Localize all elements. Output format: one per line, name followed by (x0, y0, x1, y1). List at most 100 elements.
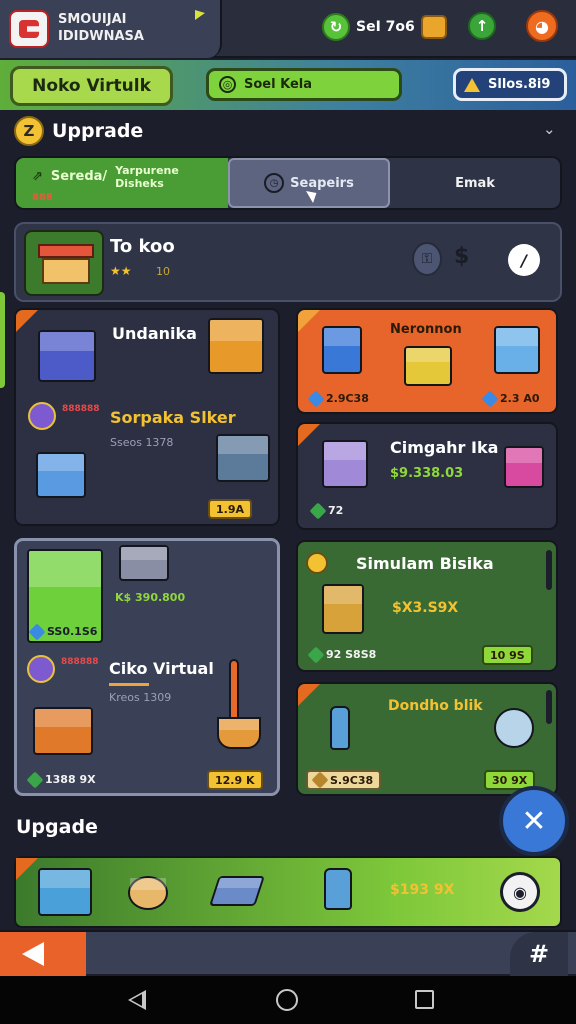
corner-ribbon (298, 310, 320, 332)
price-text: K$ 390.800 (115, 591, 185, 604)
app-logo-tab[interactable]: SMOUIJAI IDIDWNASA (0, 0, 222, 58)
search-icon[interactable]: ◉ (500, 872, 540, 912)
cost-value: 92 S8S8 (326, 648, 377, 661)
corner-ribbon (298, 424, 320, 446)
cost-value: S.9C38 (330, 773, 374, 787)
item-card-simulam[interactable]: Simulam Bisika $X3.S9X 92 S8S8 10 9S (296, 540, 558, 672)
tab-sereda[interactable]: ⇗ Sereda/ Yarpurene Disheks 888 (16, 158, 228, 208)
card-title: Ciko Virtual (109, 659, 214, 678)
item-card-dondho[interactable]: Dondho blik S.9C38 30 9X (296, 682, 558, 796)
shop-icon (24, 230, 104, 296)
balance-display[interactable]: Sllos.8i9 (453, 68, 567, 101)
balance-value: Sllos.8i9 (488, 77, 551, 92)
system-home-icon[interactable] (276, 989, 298, 1011)
search-placeholder: Soel Kela (244, 77, 312, 92)
price-chip[interactable]: 12.9 K (207, 770, 263, 790)
clock-icon: ◷ (264, 173, 285, 193)
card-title: Sorpaka Slker (110, 408, 236, 427)
chest-icon[interactable] (420, 15, 447, 39)
shop-title: Noko Virtulk (10, 66, 173, 106)
gem-icon (307, 646, 325, 663)
system-recents-icon[interactable] (415, 990, 434, 1009)
side-drawer-handle[interactable] (0, 292, 5, 388)
search-field[interactable]: ◎ Soel Kela (206, 68, 402, 101)
logo-line-2: IDIDWNASA (58, 29, 144, 44)
app-logo-text: SMOUIJAI IDIDWNASA (58, 11, 144, 45)
fruit-crate-icon (404, 346, 452, 386)
price-value: 1.9A (216, 502, 244, 516)
card-title: Undanika (112, 324, 197, 343)
medal-icon (28, 402, 56, 430)
star-rating-icon: ★★ (110, 264, 132, 278)
dollar-icon[interactable]: $ (454, 244, 469, 269)
cost-chip[interactable]: S.9C38 (306, 770, 382, 790)
cost: 1388 9X (26, 771, 96, 788)
upgrade-price: $193 9X (390, 882, 455, 898)
card-tag: 888888 (62, 404, 100, 414)
price-value: 30 9X (492, 773, 528, 787)
corner-ribbon (16, 310, 38, 332)
toko-card[interactable]: To koo ★★ 10 ⚿ $ / (14, 222, 562, 302)
menu-button[interactable]: # (510, 932, 568, 976)
mini-shop-icon (119, 545, 169, 581)
avatar-icon (494, 708, 534, 748)
gem-icon (481, 390, 499, 407)
tools-button[interactable]: ✕ (499, 786, 569, 856)
info-icon[interactable]: / (508, 244, 540, 276)
lock-icon[interactable]: ⚿ (412, 242, 442, 276)
medal-icon (27, 655, 55, 683)
card-scrollbar[interactable] (546, 550, 552, 590)
back-button[interactable] (0, 932, 86, 976)
grid-icon: # (528, 940, 550, 968)
jar-icon (324, 868, 352, 910)
bottom-tray: # (0, 930, 576, 976)
chevron-down-icon[interactable]: ⌄ (543, 120, 556, 138)
bottle-icon (330, 706, 350, 750)
plus-icon[interactable]: ↑ (468, 12, 496, 40)
card-title: Cimgahr Ika (390, 438, 499, 457)
price-value: $9.338.03 (390, 466, 464, 481)
coin-counter[interactable]: ↻ SeI 7o6 (322, 12, 447, 42)
arrow-icon: ⇗ (32, 169, 43, 184)
item-card-undanika[interactable]: Undanika 888888 Sorpaka Slker Sseos 1378… (14, 308, 280, 526)
item-card-neronnon[interactable]: Neronnon 2.9C38 2.3 A0 (296, 308, 558, 414)
cost: 92 S8S8 (307, 646, 377, 663)
cost-value: 1388 9X (45, 773, 96, 786)
vegetable-crate-icon (208, 318, 264, 374)
tab-emak[interactable]: Emak (390, 158, 560, 208)
tab-seapeirs[interactable]: ◷ Seapeirs (228, 158, 390, 208)
title-underline (109, 683, 149, 686)
item-card-ciko[interactable]: K$ 390.800 SS0.1S6 888888 Ciko Virtual K… (14, 538, 280, 796)
tab-sereda-detail: Yarpurene Disheks (115, 163, 179, 190)
tab-sereda-label: Sereda/ (50, 169, 108, 184)
machine-icon (216, 434, 270, 482)
card-title: Dondho blik (388, 698, 483, 714)
tab-sereda-sub: 888 (32, 191, 53, 203)
card-subtitle: Sseos 1378 (110, 436, 174, 449)
toko-title: To koo (110, 236, 175, 257)
appliance-icon (494, 326, 540, 374)
arrow-left-icon (22, 942, 44, 966)
toko-level: 10 (156, 265, 170, 278)
system-back-icon[interactable] (128, 990, 146, 1010)
tomato-icon[interactable]: ◕ (526, 10, 558, 42)
cost: SS0.1S6 (28, 623, 97, 640)
category-tabs: ⇗ Sereda/ Yarpurene Disheks 888 ◷ Seapei… (14, 156, 562, 210)
upgrade-strip[interactable]: $193 9X ◉ (14, 856, 562, 928)
section-title: Upprade (52, 120, 144, 142)
tab-seapeirs-label: Seapeirs (290, 175, 354, 191)
tab-emak-label: Emak (455, 175, 495, 191)
shop-stand-icon (322, 440, 368, 488)
gift-box-icon (504, 446, 544, 488)
drink-box-icon (322, 326, 362, 374)
price-chip[interactable]: 1.9A (208, 499, 252, 519)
price-value: K$ 390.800 (115, 591, 186, 604)
card-scrollbar[interactable] (546, 690, 552, 724)
price-chip[interactable]: 10 9S (482, 645, 533, 665)
corner-ribbon (298, 684, 320, 706)
bowl-icon (217, 717, 261, 749)
logo-line-1: SMOUIJAI (58, 12, 127, 27)
badge-icon (306, 552, 328, 574)
cost-value: 72 (328, 504, 344, 517)
item-card-cimgahr[interactable]: Cimgahr Ika $9.338.03 72 (296, 422, 558, 530)
